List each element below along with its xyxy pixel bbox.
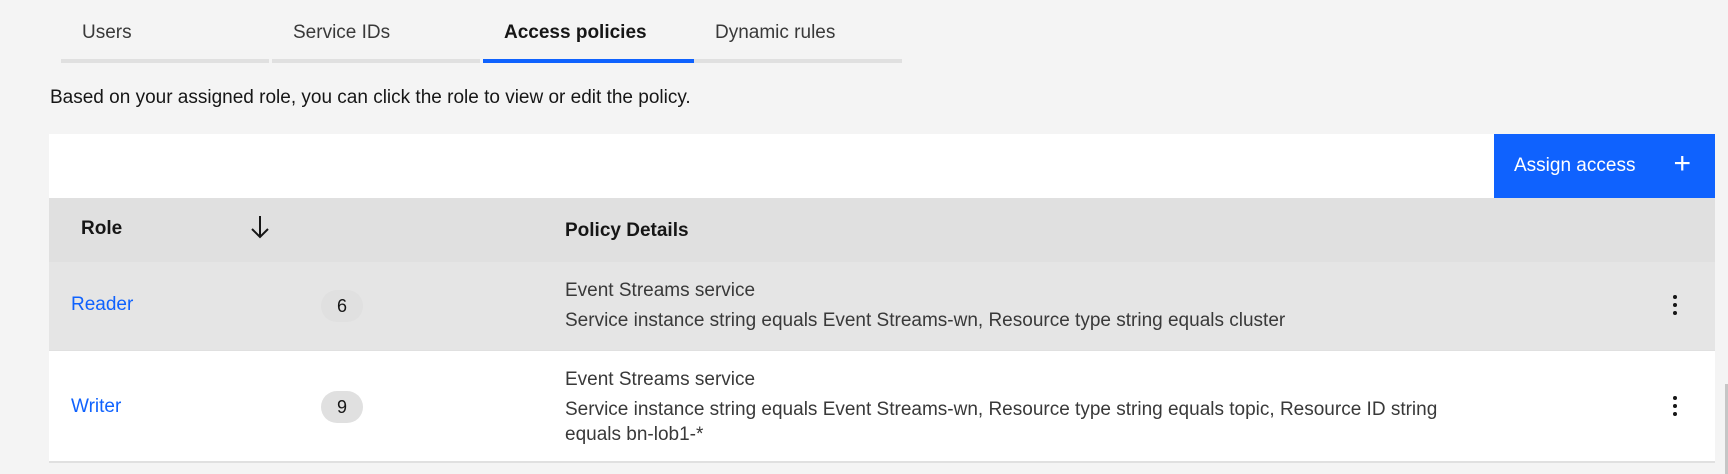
assign-access-button[interactable]: Assign access + xyxy=(1494,134,1715,198)
arrow-down-icon[interactable] xyxy=(250,214,270,246)
plus-icon: + xyxy=(1673,147,1691,180)
tab-service-ids[interactable]: Service IDs xyxy=(272,0,483,63)
table-row: Writer 9 Event Streams service Service i… xyxy=(49,351,1715,463)
overflow-menu-icon[interactable] xyxy=(1665,293,1685,321)
role-link-reader[interactable]: Reader xyxy=(71,294,133,316)
tab-access-policies[interactable]: Access policies xyxy=(483,0,694,63)
tab-label: Access policies xyxy=(504,22,647,43)
tab-users[interactable]: Users xyxy=(61,0,272,63)
table-header: Role Policy Details xyxy=(49,198,1715,262)
table-toolbar: Assign access + xyxy=(49,134,1715,198)
policy-title: Event Streams service xyxy=(565,369,756,390)
page-description: Based on your assigned role, you can cli… xyxy=(50,87,691,108)
tab-bar: Users Service IDs Access policies Dynami… xyxy=(61,0,905,63)
column-header-role: Role xyxy=(81,218,123,239)
policy-title: Event Streams service xyxy=(565,280,756,301)
column-header-policy-details: Policy Details xyxy=(565,220,689,241)
overflow-menu-icon[interactable] xyxy=(1665,394,1685,422)
policy-text: Service instance string equals Event Str… xyxy=(565,399,1438,445)
policy-text: Service instance string equals Event Str… xyxy=(565,310,1286,331)
policy-count-badge: 6 xyxy=(321,290,363,322)
policy-count-badge: 9 xyxy=(321,391,363,423)
tab-label: Dynamic rules xyxy=(715,22,836,43)
tab-label: Service IDs xyxy=(293,22,391,43)
policies-table: Assign access + Role Policy Details Read… xyxy=(49,134,1715,463)
table-row: Reader 6 Event Streams service Service i… xyxy=(49,262,1715,351)
assign-access-label: Assign access xyxy=(1514,155,1636,176)
tab-dynamic-rules[interactable]: Dynamic rules xyxy=(694,0,905,63)
tab-label: Users xyxy=(82,22,132,43)
role-link-writer[interactable]: Writer xyxy=(71,396,121,418)
